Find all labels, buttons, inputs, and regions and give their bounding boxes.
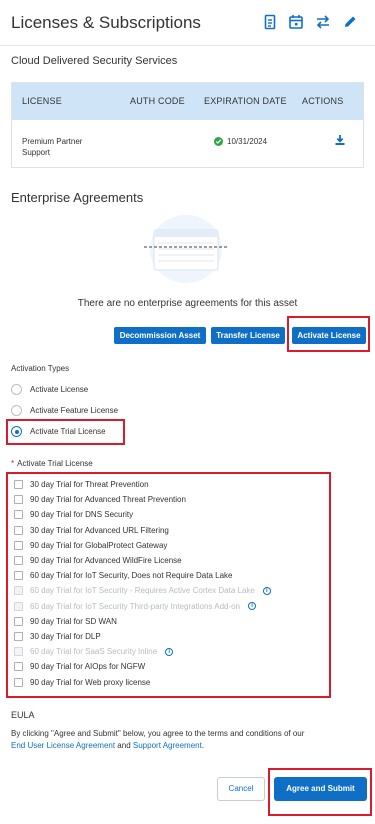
- trial-checkbox-row: 60 day Trial for IoT Security Third-part…: [14, 601, 257, 611]
- trial-checkbox-row[interactable]: 60 day Trial for IoT Security, Does not …: [14, 571, 233, 581]
- trial-checkbox-row[interactable]: 90 day Trial for AIOps for NGFW: [14, 662, 146, 672]
- checkbox: [14, 647, 23, 657]
- checkbox-label: 30 day Trial for DLP: [30, 632, 101, 641]
- expiration-date-value: 10/31/2024: [227, 137, 268, 146]
- checkbox[interactable]: [14, 480, 23, 489]
- enterprise-agreements-title: Enterprise Agreements: [11, 190, 144, 205]
- highlight-submit: [268, 768, 372, 816]
- empty-state-illustration: [140, 213, 232, 285]
- license-name: Premium Partner Support: [22, 137, 83, 157]
- trial-checkbox-row[interactable]: 30 day Trial for Threat Prevention: [14, 480, 149, 489]
- checkbox-label: 90 day Trial for AIOps for NGFW: [30, 662, 146, 672]
- checkbox[interactable]: [14, 571, 23, 581]
- empty-state-message: There are no enterprise agreements for t…: [77, 298, 298, 309]
- trial-checkbox-row: 60 day Trial for SaaS Security Inline i: [14, 647, 174, 657]
- document-icon[interactable]: [262, 14, 278, 30]
- trial-checkbox-row[interactable]: 90 day Trial for GlobalProtect Gateway: [14, 540, 168, 550]
- checkbox[interactable]: [14, 525, 23, 535]
- highlight-activate-license: [287, 316, 370, 352]
- required-marker: *: [11, 459, 15, 468]
- checkbox[interactable]: [14, 510, 23, 520]
- check-circle-icon: [214, 137, 223, 146]
- checkbox-label: 90 day Trial for DNS Security: [30, 510, 134, 520]
- info-icon[interactable]: i: [248, 602, 257, 611]
- eula-text-body: By clicking "Agree and Submit" below, yo…: [11, 729, 305, 738]
- checkbox[interactable]: [14, 616, 23, 626]
- trial-license-label-text: Activate Trial License: [17, 459, 93, 468]
- highlight-trial-radio: [6, 419, 125, 445]
- license-table: LICENSE AUTH CODE EXPIRATION DATE ACTION…: [11, 82, 364, 168]
- checkbox[interactable]: [14, 662, 23, 672]
- activation-types-label: Activation Types: [11, 364, 70, 373]
- edit-icon[interactable]: [342, 14, 358, 30]
- checkbox-label: 90 day Trial for Advanced WildFire Licen…: [30, 556, 182, 565]
- column-header-auth-code: AUTH CODE: [130, 96, 185, 106]
- trial-checkbox-row[interactable]: 90 day Trial for Web proxy license: [14, 677, 151, 687]
- radio-label: Activate License: [30, 385, 89, 394]
- trial-checkbox-row[interactable]: 30 day Trial for Advanced URL Filtering: [14, 525, 169, 535]
- checkbox-label: 30 day Trial for Threat Prevention: [30, 480, 149, 489]
- eula-period: .: [201, 741, 205, 750]
- radio-button[interactable]: [11, 405, 22, 416]
- eula-text: By clicking "Agree and Submit" below, yo…: [11, 728, 366, 752]
- checkbox: [14, 586, 23, 596]
- radio-activate-license[interactable]: Activate License: [11, 384, 88, 395]
- checkbox-label: 90 day Trial for Web proxy license: [30, 677, 151, 687]
- decommission-asset-button[interactable]: Decommission Asset: [114, 327, 206, 344]
- checkbox-label: 90 day Trial for SD WAN: [30, 616, 117, 626]
- checkbox-label: 60 day Trial for IoT Security - Requires…: [30, 586, 255, 596]
- checkbox[interactable]: [14, 540, 23, 550]
- checkbox[interactable]: [14, 632, 23, 641]
- cancel-button[interactable]: Cancel: [217, 777, 265, 801]
- checkbox[interactable]: [14, 495, 23, 505]
- checkbox-label: 60 day Trial for IoT Security Third-part…: [30, 601, 241, 611]
- transfer-license-button[interactable]: Transfer License: [211, 327, 285, 344]
- trial-checkbox-row: 60 day Trial for IoT Security - Requires…: [14, 586, 271, 596]
- radio-activate-feature-license[interactable]: Activate Feature License: [11, 405, 118, 416]
- support-agreement-link[interactable]: Support Agreement: [133, 741, 202, 750]
- trial-checkbox-row[interactable]: 90 day Trial for DNS Security: [14, 510, 134, 520]
- cloud-services-subtitle: Cloud Delivered Security Services: [11, 55, 178, 67]
- eula-heading: EULA: [11, 710, 35, 720]
- trial-license-label: * Activate Trial License: [11, 459, 93, 468]
- calendar-icon[interactable]: [288, 14, 304, 30]
- radio-button[interactable]: [11, 384, 22, 395]
- checkbox-label: 60 day Trial for IoT Security, Does not …: [30, 571, 233, 581]
- column-header-license: LICENSE: [22, 96, 62, 106]
- checkbox: [14, 601, 23, 611]
- end-user-license-link[interactable]: End User License Agreement: [11, 741, 115, 750]
- checkbox[interactable]: [14, 556, 23, 565]
- column-header-actions: ACTIONS: [302, 96, 344, 106]
- trial-checkbox-row[interactable]: 30 day Trial for DLP: [14, 632, 101, 641]
- download-icon[interactable]: [334, 133, 346, 145]
- page-header: Licenses & Subscriptions: [0, 0, 375, 46]
- eula-and: and: [117, 741, 131, 750]
- radio-label: Activate Feature License: [30, 406, 119, 415]
- page-title: Licenses & Subscriptions: [11, 13, 201, 32]
- info-icon[interactable]: i: [165, 647, 174, 656]
- table-header: LICENSE AUTH CODE EXPIRATION DATE ACTION…: [12, 83, 363, 120]
- trial-checkbox-row[interactable]: 90 day Trial for Advanced WildFire Licen…: [14, 556, 182, 565]
- checkbox[interactable]: [14, 677, 23, 687]
- column-header-expiration: EXPIRATION DATE: [204, 96, 287, 106]
- checkbox-label: 30 day Trial for Advanced URL Filtering: [30, 525, 169, 535]
- trial-checkbox-row[interactable]: 90 day Trial for SD WAN: [14, 616, 117, 626]
- info-icon[interactable]: i: [262, 586, 271, 595]
- checkbox-label: 60 day Trial for SaaS Security Inline: [30, 647, 158, 657]
- checkbox-label: 90 day Trial for GlobalProtect Gateway: [30, 540, 168, 550]
- trial-checkbox-row[interactable]: 90 day Trial for Advanced Threat Prevent…: [14, 495, 186, 505]
- checkbox-label: 90 day Trial for Advanced Threat Prevent…: [30, 495, 186, 505]
- expiration-date: 10/31/2024: [214, 137, 267, 146]
- transfer-icon[interactable]: [315, 14, 331, 30]
